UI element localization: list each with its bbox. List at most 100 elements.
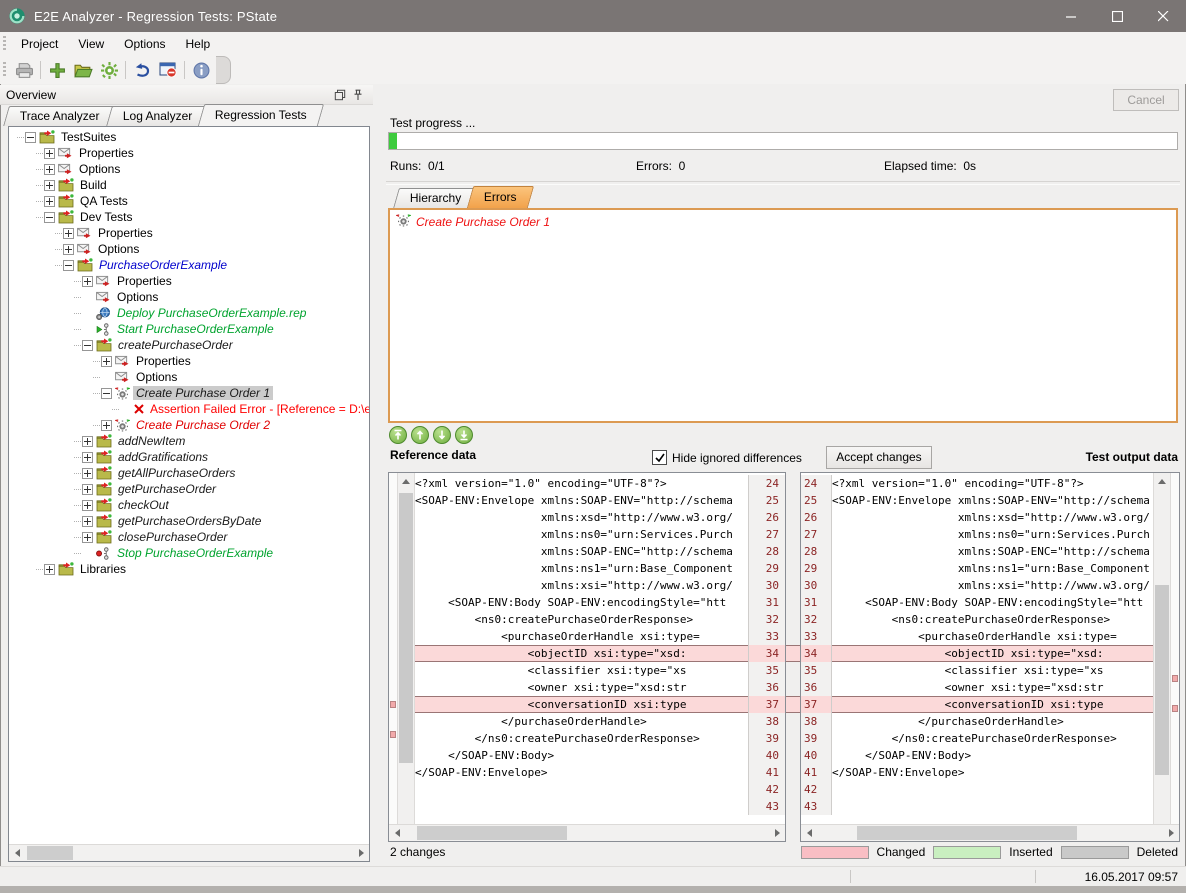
scroll-up-icon[interactable] xyxy=(398,473,414,489)
tree-item-create-purchase-order-2[interactable]: Create Purchase Order 2 xyxy=(9,417,369,433)
undo-icon[interactable] xyxy=(129,58,155,82)
right-horizontal-scrollbar[interactable] xyxy=(801,824,1179,841)
expand-icon[interactable] xyxy=(44,196,55,207)
reference-data-panel[interactable]: <?xml version="1.0" encoding="UTF-8"?>24… xyxy=(388,472,786,842)
menu-view[interactable]: View xyxy=(68,34,114,54)
open-folder-icon[interactable] xyxy=(70,58,96,82)
collapse-icon[interactable] xyxy=(25,132,36,143)
previous-difference-button[interactable] xyxy=(411,426,429,444)
tree-item-testsuites[interactable]: TestSuites xyxy=(9,129,369,145)
accept-changes-button[interactable]: Accept changes xyxy=(826,446,932,469)
menu-project[interactable]: Project xyxy=(11,34,68,54)
tree-item-start-purchaseorderexample[interactable]: Start PurchaseOrderExample xyxy=(9,321,369,337)
tree-item-create-purchase-order-1[interactable]: Create Purchase Order 1 xyxy=(9,385,369,401)
tree-item-dev-tests[interactable]: Dev Tests xyxy=(9,209,369,225)
print-icon[interactable] xyxy=(11,58,37,82)
settings-icon[interactable] xyxy=(96,58,122,82)
tree-item-options[interactable]: Options xyxy=(9,241,369,257)
tree-item-qa-tests[interactable]: QA Tests xyxy=(9,193,369,209)
scroll-left-icon[interactable] xyxy=(801,825,817,841)
next-difference-button[interactable] xyxy=(433,426,451,444)
tree-item-getpurchaseorder[interactable]: getPurchaseOrder xyxy=(9,481,369,497)
last-difference-button[interactable] xyxy=(455,426,473,444)
maximize-button[interactable] xyxy=(1094,0,1140,32)
expand-icon[interactable] xyxy=(44,164,55,175)
tree-item-assertion-failed-error-reference-d-e2e-brid[interactable]: Assertion Failed Error - [Reference = D:… xyxy=(9,401,369,417)
expand-icon[interactable] xyxy=(82,532,93,543)
expand-icon[interactable] xyxy=(44,180,55,191)
expand-icon[interactable] xyxy=(101,420,112,431)
scroll-left-icon[interactable] xyxy=(9,845,25,861)
tree-horizontal-scrollbar[interactable] xyxy=(9,844,369,861)
error-item[interactable]: Create Purchase Order 1 xyxy=(396,214,1170,230)
pin-icon[interactable] xyxy=(349,87,367,103)
expand-icon[interactable] xyxy=(44,148,55,159)
tree-item-options[interactable]: Options xyxy=(9,161,369,177)
scroll-right-icon[interactable] xyxy=(769,825,785,841)
tab-errors[interactable]: Errors xyxy=(467,186,534,208)
tree-item-addgratifications[interactable]: addGratifications xyxy=(9,449,369,465)
tree-item-properties[interactable]: Properties xyxy=(9,353,369,369)
first-difference-button[interactable] xyxy=(389,426,407,444)
menu-help[interactable]: Help xyxy=(176,34,221,54)
tree-item-deploy-purchaseorderexample-rep[interactable]: Deploy PurchaseOrderExample.rep xyxy=(9,305,369,321)
tree-item-properties[interactable]: Properties xyxy=(9,225,369,241)
tree-item-stop-purchaseorderexample[interactable]: Stop PurchaseOrderExample xyxy=(9,545,369,561)
minimize-button[interactable] xyxy=(1048,0,1094,32)
scroll-left-icon[interactable] xyxy=(389,825,405,841)
expand-icon[interactable] xyxy=(82,436,93,447)
expand-icon[interactable] xyxy=(101,356,112,367)
tree-item-options[interactable]: Options xyxy=(9,369,369,385)
tab-log-analyzer[interactable]: Log Analyzer xyxy=(106,106,209,126)
left-change-map[interactable] xyxy=(389,473,397,841)
checkbox-checked-icon[interactable] xyxy=(652,450,667,465)
left-vertical-scrollbar[interactable] xyxy=(397,473,415,841)
tree-item-getpurchaseordersbydate[interactable]: getPurchaseOrdersByDate xyxy=(9,513,369,529)
expand-icon[interactable] xyxy=(63,244,74,255)
expand-icon[interactable] xyxy=(82,276,93,287)
tree-item-purchaseorderexample[interactable]: PurchaseOrderExample xyxy=(9,257,369,273)
test-output-data-panel[interactable]: 24<?xml version="1.0" encoding="UTF-8"?>… xyxy=(800,472,1180,842)
tree-item-checkout[interactable]: checkOut xyxy=(9,497,369,513)
tree-item-closepurchaseorder[interactable]: closePurchaseOrder xyxy=(9,529,369,545)
tree-item-options[interactable]: Options xyxy=(9,289,369,305)
collapse-icon[interactable] xyxy=(101,388,112,399)
scroll-right-icon[interactable] xyxy=(353,845,369,861)
tree-item-properties[interactable]: Properties xyxy=(9,273,369,289)
expand-icon[interactable] xyxy=(63,228,74,239)
tree-item-libraries[interactable]: Libraries xyxy=(9,561,369,577)
toolbar-grip[interactable] xyxy=(3,62,6,78)
expand-icon[interactable] xyxy=(82,516,93,527)
tab-trace-analyzer[interactable]: Trace Analyzer xyxy=(3,106,116,126)
right-vertical-scrollbar[interactable] xyxy=(1153,473,1171,841)
collapse-icon[interactable] xyxy=(82,340,93,351)
collapse-icon[interactable] xyxy=(44,212,55,223)
expand-icon[interactable] xyxy=(82,468,93,479)
expand-icon[interactable] xyxy=(82,452,93,463)
right-change-map[interactable] xyxy=(1171,473,1179,841)
expand-icon[interactable] xyxy=(44,564,55,575)
expand-icon[interactable] xyxy=(82,500,93,511)
tree-item-addnewitem[interactable]: addNewItem xyxy=(9,433,369,449)
hide-ignored-differences-option[interactable]: Hide ignored differences xyxy=(652,450,802,465)
tree-item-createpurchaseorder[interactable]: createPurchaseOrder xyxy=(9,337,369,353)
test-tree-panel[interactable]: TestSuitesPropertiesOptionsBuildQA Tests… xyxy=(8,126,370,862)
float-panel-icon[interactable] xyxy=(331,87,349,103)
tree-item-build[interactable]: Build xyxy=(9,177,369,193)
tab-hierarchy[interactable]: Hierarchy xyxy=(393,188,478,208)
menu-options[interactable]: Options xyxy=(114,34,175,54)
disable-trace-icon[interactable] xyxy=(155,58,181,82)
cancel-button[interactable]: Cancel xyxy=(1113,89,1179,111)
info-icon[interactable] xyxy=(188,58,214,82)
scroll-right-icon[interactable] xyxy=(1163,825,1179,841)
menu-grip[interactable] xyxy=(3,36,6,52)
tab-regression-tests[interactable]: Regression Tests xyxy=(198,104,324,126)
expand-icon[interactable] xyxy=(82,484,93,495)
tree-item-properties[interactable]: Properties xyxy=(9,145,369,161)
collapse-icon[interactable] xyxy=(63,260,74,271)
close-button[interactable] xyxy=(1140,0,1186,32)
errors-panel[interactable]: Create Purchase Order 1 xyxy=(388,208,1178,423)
left-horizontal-scrollbar[interactable] xyxy=(389,824,785,841)
tree-item-getallpurchaseorders[interactable]: getAllPurchaseOrders xyxy=(9,465,369,481)
add-icon[interactable] xyxy=(44,58,70,82)
